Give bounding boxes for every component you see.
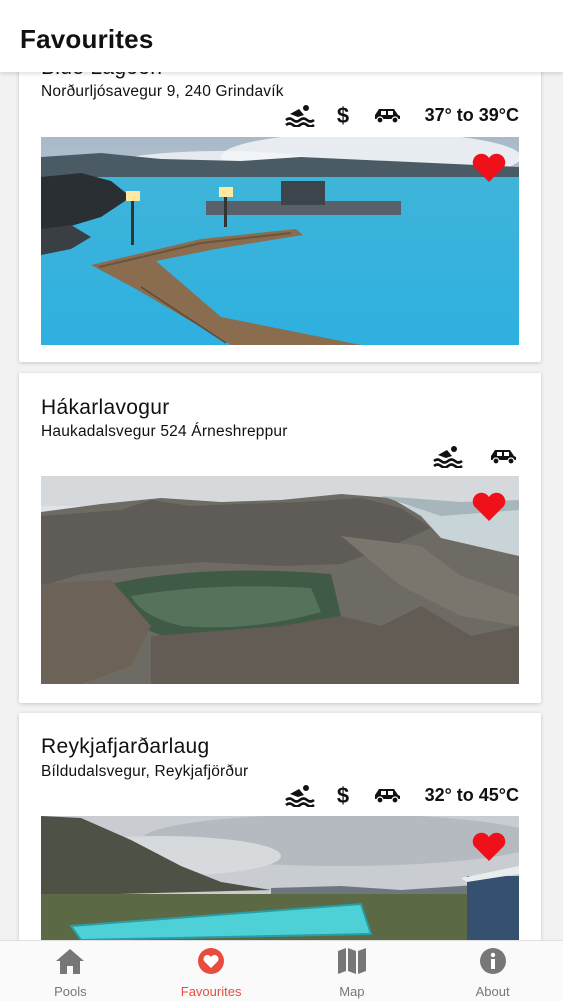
pool-amenities: $ 37° to 39°C — [265, 102, 519, 128]
pool-amenities — [413, 443, 519, 469]
car-icon — [487, 446, 519, 466]
svg-text:$: $ — [336, 103, 348, 127]
svg-text:$: $ — [336, 783, 348, 807]
heart-icon — [196, 947, 226, 980]
app-header: Favourites — [0, 0, 563, 72]
favourite-toggle[interactable] — [471, 832, 507, 862]
swimming-icon — [433, 444, 463, 468]
pool-card[interactable]: Reykjafjarðarlaug Bíldudalsvegur, Reykja… — [19, 713, 541, 940]
temperature-range: 32° to 45°C — [424, 784, 519, 805]
swimming-icon — [284, 103, 315, 127]
home-icon — [54, 947, 86, 980]
bottom-tab-bar: Pools Favourites Map About — [0, 940, 563, 1001]
tab-label: Favourites — [180, 984, 242, 999]
tab-pools[interactable]: Pools — [0, 941, 141, 1001]
pool-address: Norðurljósavegur 9, 240 Grindavík — [41, 83, 284, 100]
car-icon — [371, 785, 403, 805]
temperature-range: 37° to 39°C — [424, 104, 519, 125]
tab-map[interactable]: Map — [282, 941, 423, 1001]
pool-photo — [41, 816, 519, 940]
page-title: Favourites — [20, 24, 154, 54]
dollar-icon: $ — [335, 103, 351, 127]
pool-name: Reykjafjarðarlaug — [41, 735, 210, 758]
pool-photo — [41, 137, 519, 345]
tab-favourites[interactable]: Favourites — [141, 941, 282, 1001]
favourites-list[interactable]: Blue Lagoon Norðurljósavegur 9, 240 Grin… — [0, 0, 563, 940]
pool-amenities: $ 32° to 45°C — [265, 782, 519, 808]
pool-name: Hákarlavogur — [41, 396, 170, 419]
favourite-toggle[interactable] — [471, 153, 507, 183]
info-icon — [478, 947, 508, 980]
pool-address: Bíldudalsvegur, Reykjafjörður — [41, 763, 249, 780]
tab-label: Pools — [54, 984, 87, 999]
tab-label: About — [475, 984, 510, 999]
favourite-toggle[interactable] — [471, 492, 507, 522]
pool-photo — [41, 476, 519, 684]
tab-label: Map — [339, 984, 365, 999]
pool-address: Haukadalsvegur 524 Árneshreppur — [41, 423, 288, 440]
dollar-icon: $ — [335, 783, 351, 807]
car-icon — [371, 105, 403, 125]
tab-about[interactable]: About — [422, 941, 563, 1001]
swimming-icon — [284, 783, 315, 807]
pool-card[interactable]: Hákarlavogur Haukadalsvegur 524 Árneshre… — [19, 373, 541, 703]
map-icon — [336, 947, 368, 980]
